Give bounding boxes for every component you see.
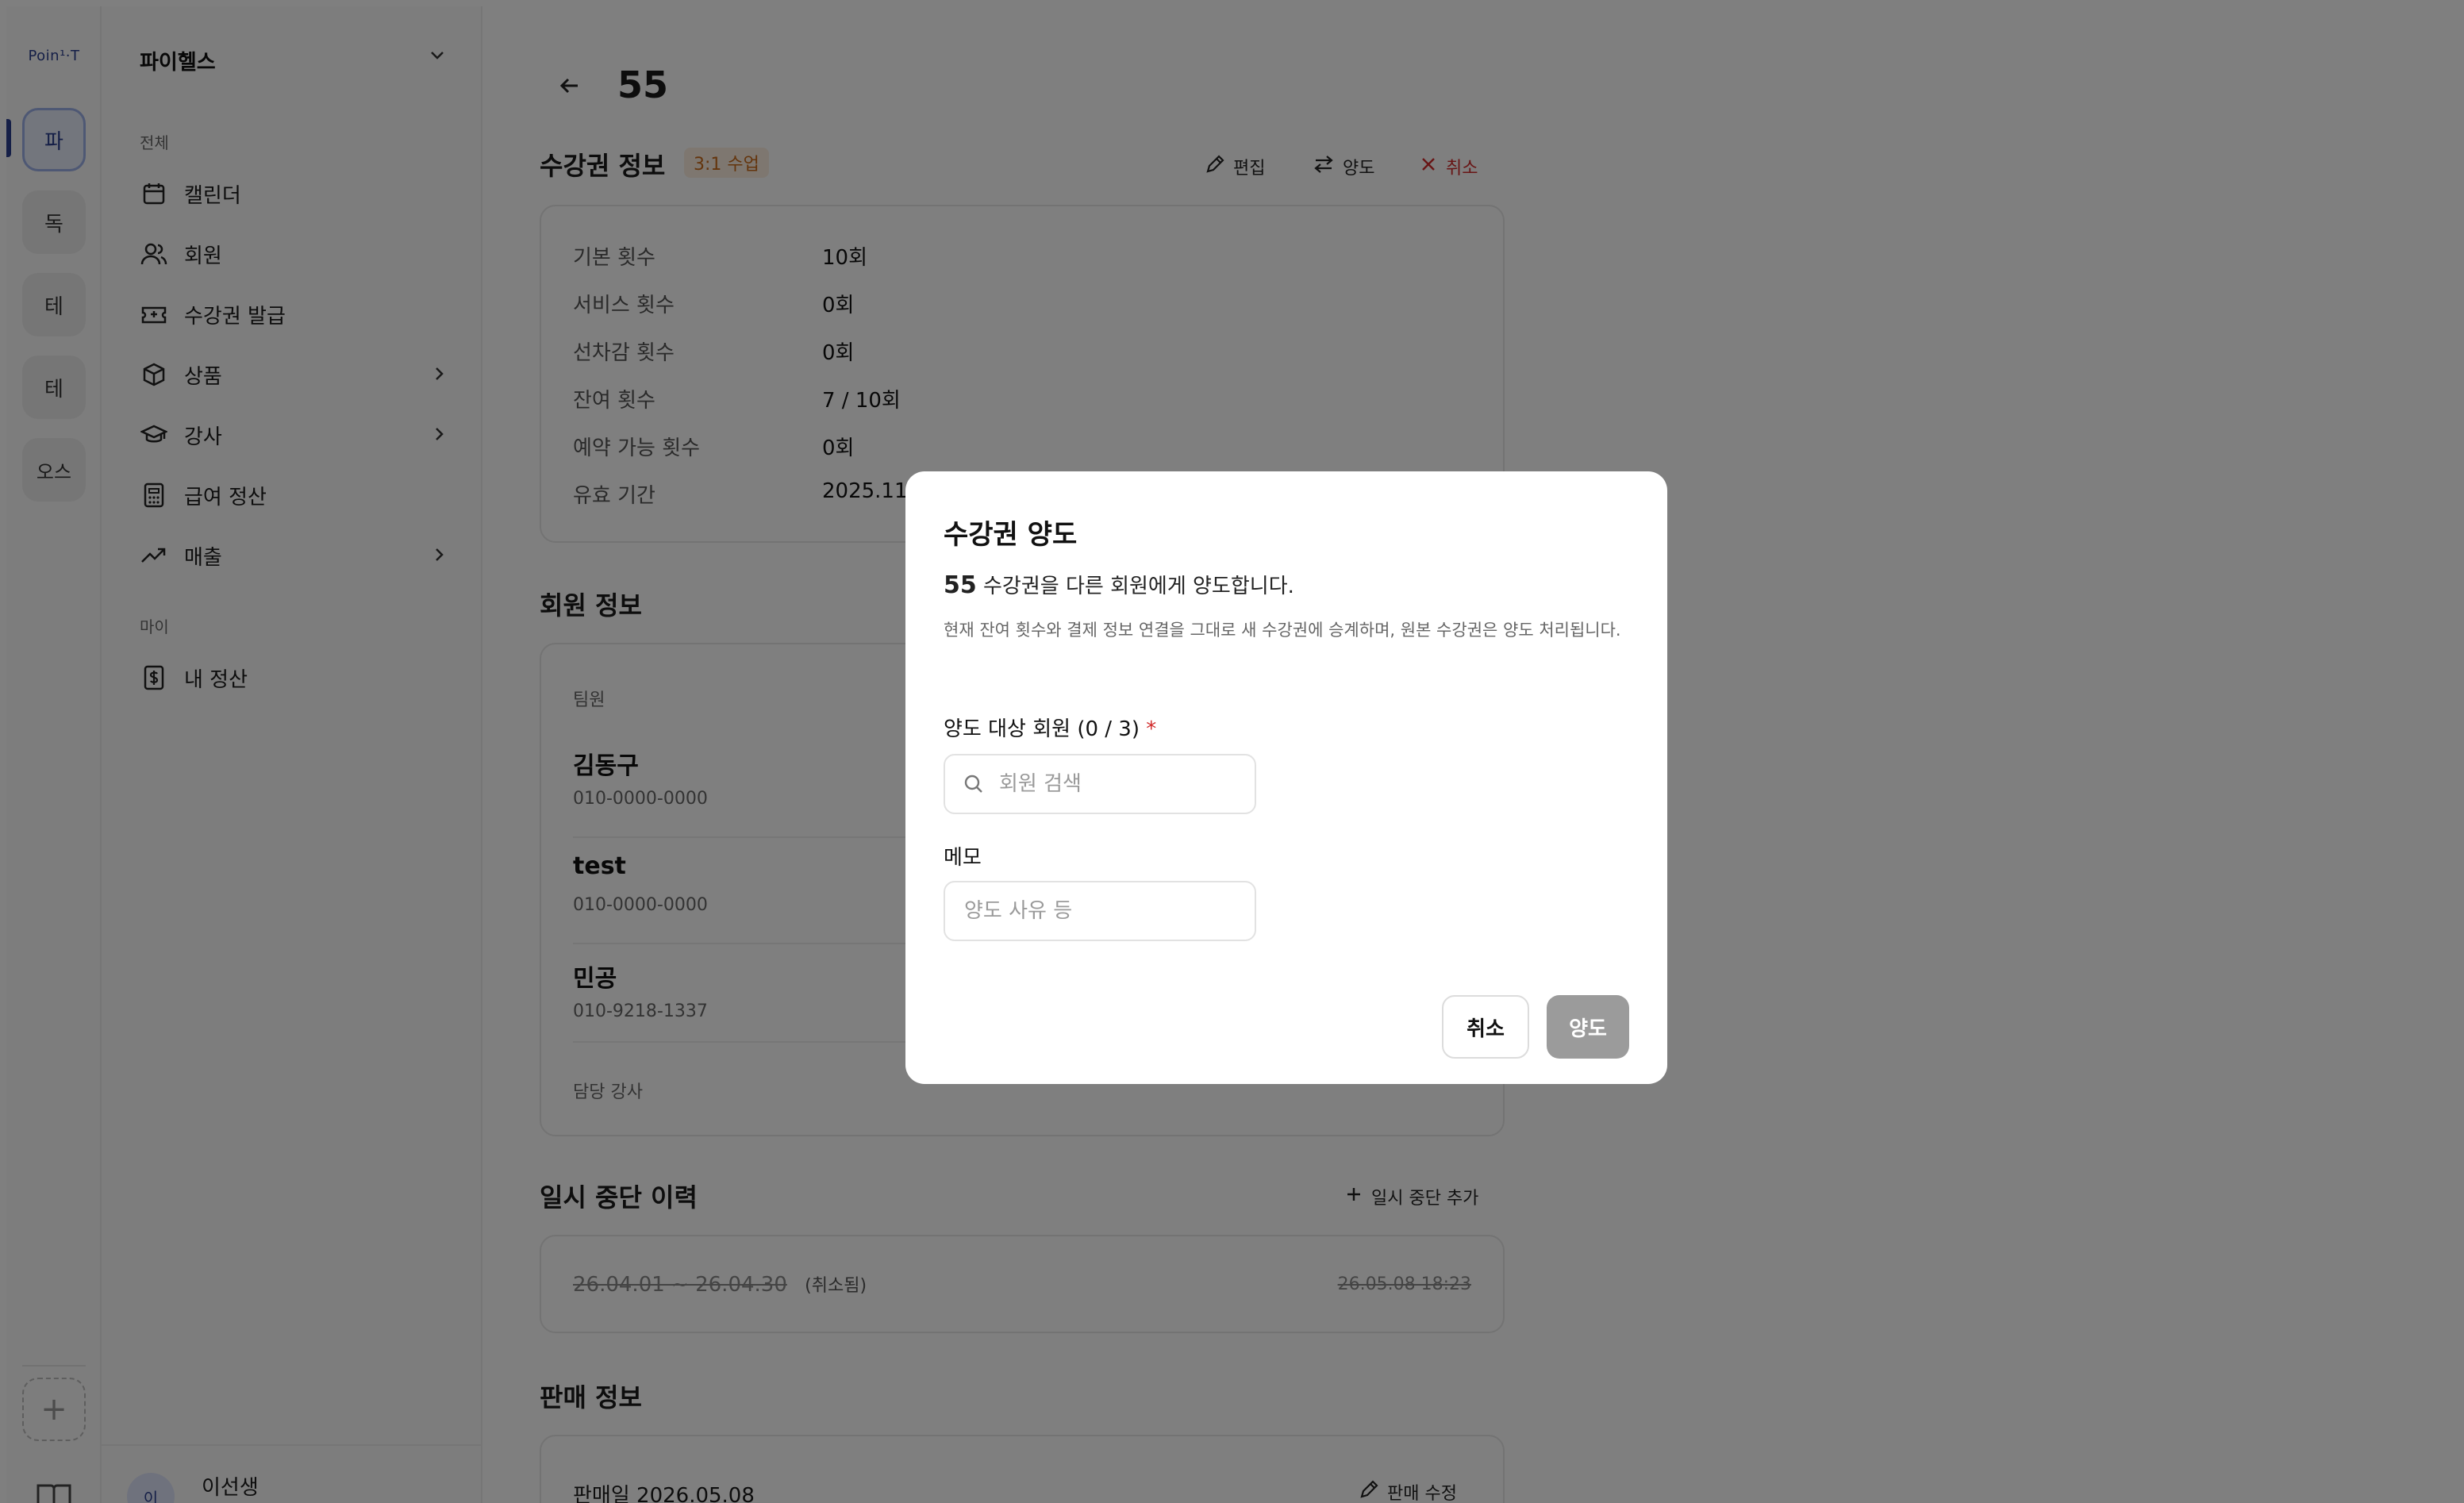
transfer-submit-button[interactable]: 양도 [1547, 995, 1629, 1059]
search-icon [963, 773, 985, 795]
dialog-lead: 55 수강권을 다른 회원에게 양도합니다. [944, 570, 1294, 599]
target-member-label-text: 양도 대상 회원 (0 / 3) [944, 717, 1140, 741]
member-search-input[interactable] [944, 754, 1256, 814]
target-member-label: 양도 대상 회원 (0 / 3) * [944, 713, 1156, 742]
dialog-title: 수강권 양도 [944, 519, 1078, 551]
cancel-button[interactable]: 취소 [1442, 995, 1529, 1059]
transfer-dialog: 수강권 양도 55 수강권을 다른 회원에게 양도합니다. 현재 잔여 횟수와 … [905, 471, 1667, 1084]
memo-input[interactable] [944, 881, 1256, 941]
dialog-note: 현재 잔여 횟수와 결제 정보 연결을 그대로 새 수강권에 승계하며, 원본 … [944, 621, 1621, 640]
required-mark: * [1146, 717, 1157, 741]
lead-text: 수강권을 다른 회원에게 양도합니다. [976, 575, 1294, 598]
member-search-field [944, 754, 1256, 814]
ticket-name: 55 [944, 571, 977, 599]
memo-label: 메모 [944, 846, 982, 870]
